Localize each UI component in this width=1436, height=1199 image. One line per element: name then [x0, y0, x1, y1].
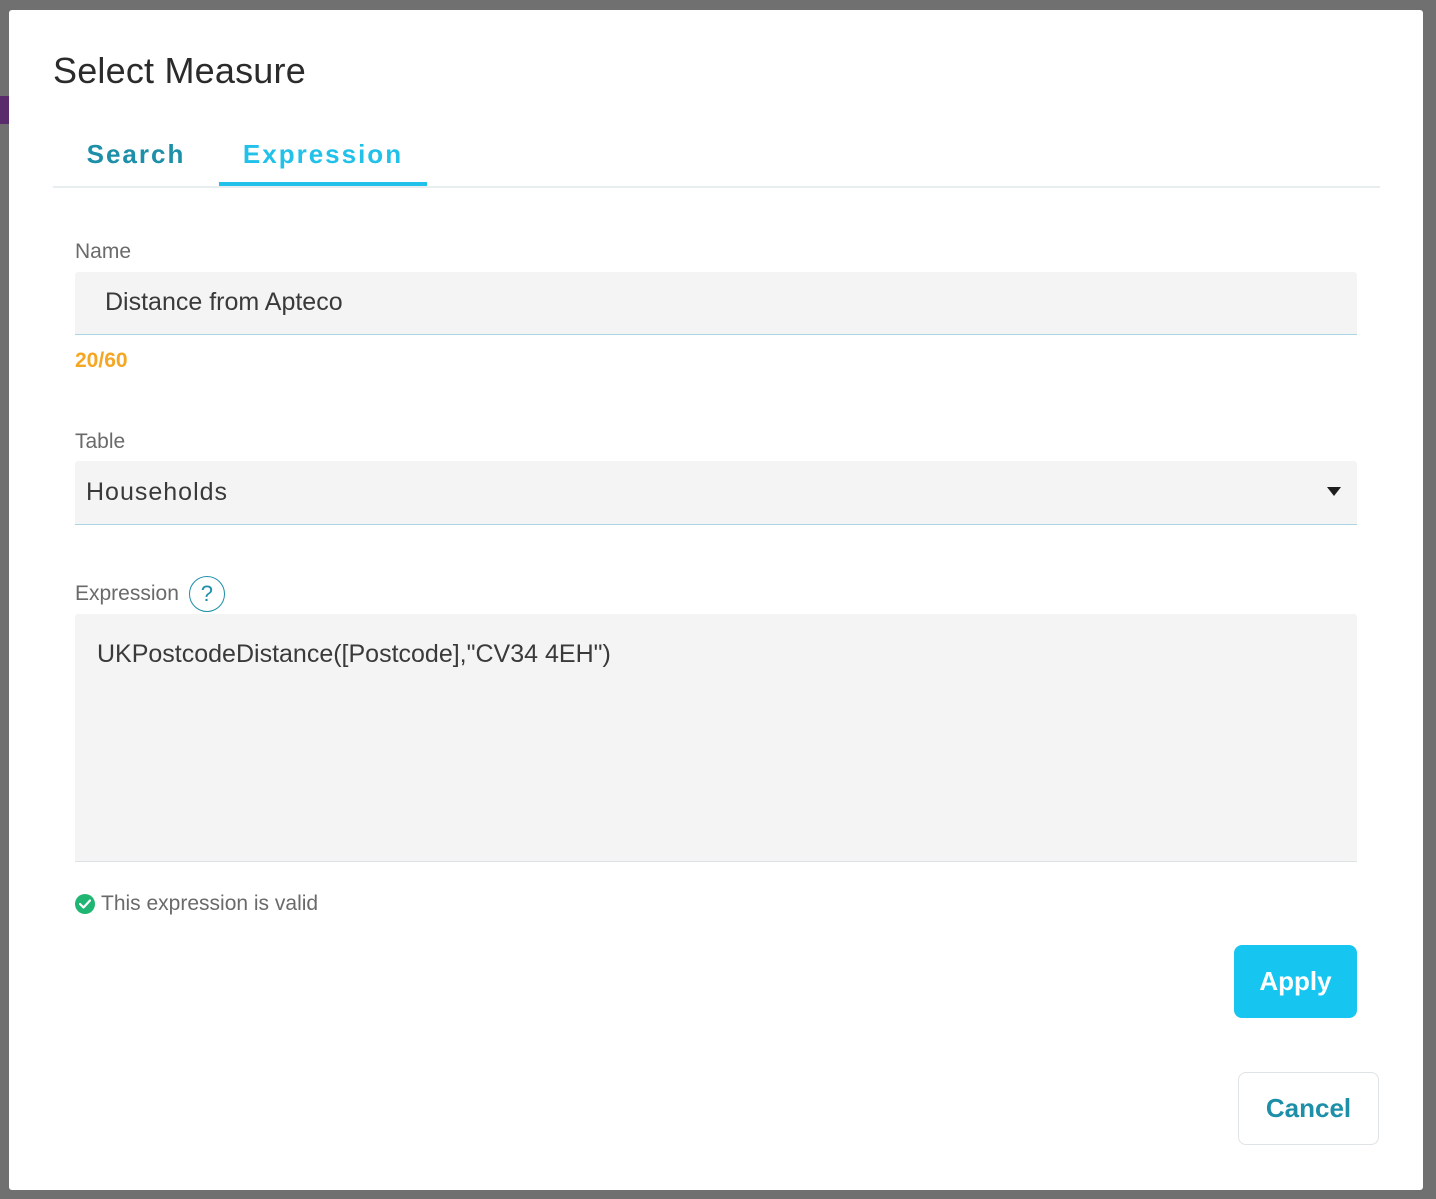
- background-accent-strip: [0, 96, 9, 124]
- name-input-value: Distance from Apteco: [105, 288, 343, 316]
- check-circle-icon: [75, 894, 95, 914]
- select-measure-dialog: Select Measure Search Expression Name Di…: [9, 10, 1423, 1190]
- validation-message: This expression is valid: [101, 892, 319, 915]
- expression-text: UKPostcodeDistance([Postcode],"CV34 4EH"…: [97, 640, 611, 668]
- table-select[interactable]: Households: [75, 461, 1357, 525]
- table-select-value: Households: [86, 477, 229, 506]
- validation-status: This expression is valid: [75, 890, 318, 918]
- tab-bar: Search Expression: [53, 122, 1380, 188]
- name-character-counter: 20/60: [75, 349, 128, 372]
- caret-down-icon: [1327, 487, 1341, 496]
- expression-textarea[interactable]: UKPostcodeDistance([Postcode],"CV34 4EH"…: [75, 614, 1357, 862]
- apply-button[interactable]: Apply: [1234, 945, 1357, 1018]
- tab-search[interactable]: Search: [53, 122, 219, 186]
- active-tab-indicator: [219, 182, 427, 186]
- help-icon[interactable]: ?: [188, 576, 225, 612]
- name-input[interactable]: Distance from Apteco: [75, 272, 1357, 335]
- tab-expression[interactable]: Expression: [219, 122, 427, 186]
- table-label: Table: [75, 430, 126, 453]
- dialog-title: Select Measure: [53, 50, 306, 91]
- expression-label: Expression: [75, 582, 179, 605]
- expression-label-row: Expression ?: [75, 576, 225, 612]
- cancel-button[interactable]: Cancel: [1238, 1072, 1379, 1145]
- name-label: Name: [75, 240, 132, 263]
